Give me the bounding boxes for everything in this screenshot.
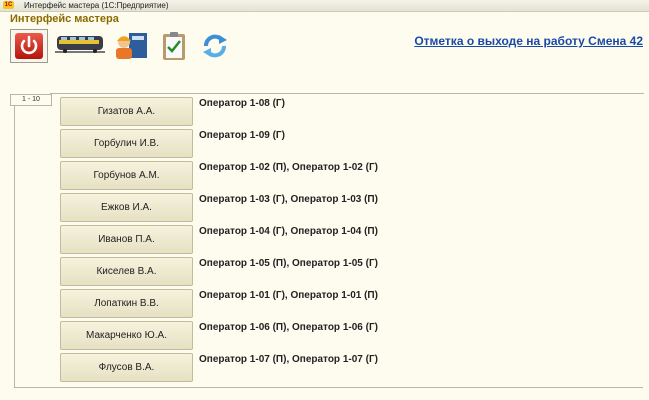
panel-title: Интерфейс мастера bbox=[10, 13, 119, 25]
employee-assignment: Оператор 1-04 (Г), Оператор 1-04 (П) bbox=[199, 226, 378, 237]
employee-button[interactable]: Ежков И.А. bbox=[60, 193, 193, 222]
employee-assignment: Оператор 1-09 (Г) bbox=[199, 130, 285, 141]
employee-assignment: Оператор 1-01 (Г), Оператор 1-01 (П) bbox=[199, 290, 378, 301]
employee-button[interactable]: Горбунов А.М. bbox=[60, 161, 193, 190]
checklist-button[interactable] bbox=[160, 31, 188, 61]
workers-button[interactable] bbox=[113, 30, 149, 60]
employee-assignment: Оператор 1-03 (Г), Оператор 1-03 (П) bbox=[199, 194, 378, 205]
employee-button[interactable]: Киселев В.А. bbox=[60, 257, 193, 286]
employee-button[interactable]: Иванов П.А. bbox=[60, 225, 193, 254]
power-icon bbox=[15, 33, 43, 59]
employee-assignment: Оператор 1-07 (П), Оператор 1-07 (Г) bbox=[199, 354, 378, 365]
employee-assignment: Оператор 1-02 (П), Оператор 1-02 (Г) bbox=[199, 162, 378, 173]
refresh-button[interactable] bbox=[200, 32, 230, 60]
attendance-link[interactable]: Отметка о выходе на работу Смена 42 bbox=[414, 34, 643, 48]
employee-button[interactable]: Горбулич И.В. bbox=[60, 129, 193, 158]
app-logo-icon: 1С bbox=[3, 1, 14, 9]
employee-assignment: Оператор 1-08 (Г) bbox=[199, 98, 285, 109]
employee-button[interactable]: Флусов В.А. bbox=[60, 353, 193, 382]
window-title: Интерфейс мастера (1С:Предприятие) bbox=[24, 1, 169, 10]
refresh-icon bbox=[203, 34, 227, 58]
page-range-tab[interactable]: 1 - 10 bbox=[10, 94, 52, 106]
employee-button[interactable]: Лопаткин В.В. bbox=[60, 289, 193, 318]
group-border bbox=[50, 93, 644, 94]
employee-assignment: Оператор 1-05 (П), Оператор 1-05 (Г) bbox=[199, 258, 378, 269]
employee-button[interactable]: Гизатов А.А. bbox=[60, 97, 193, 126]
clipboard-check-icon bbox=[163, 32, 185, 60]
exit-button[interactable] bbox=[10, 29, 48, 63]
window-titlebar: 1С Интерфейс мастера (1С:Предприятие) bbox=[0, 0, 649, 12]
train-button[interactable] bbox=[55, 32, 105, 58]
worker-book-icon bbox=[116, 33, 147, 59]
train-icon bbox=[55, 36, 105, 53]
employee-button[interactable]: Макарченко Ю.А. bbox=[60, 321, 193, 350]
employee-assignment: Оператор 1-06 (П), Оператор 1-06 (Г) bbox=[199, 322, 378, 333]
